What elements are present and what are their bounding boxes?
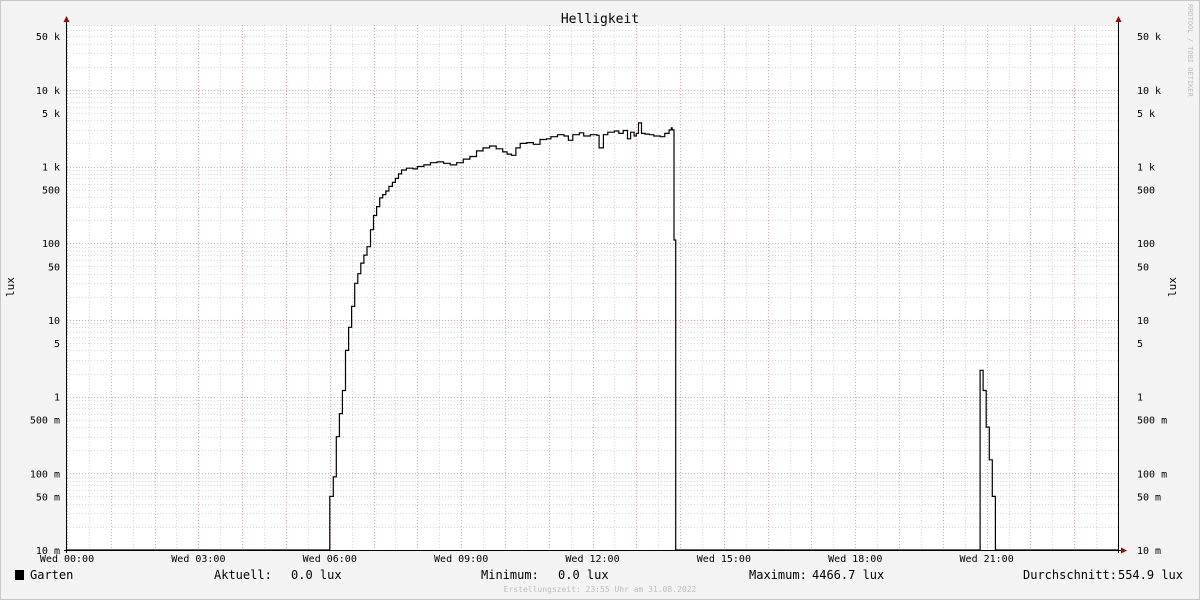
y-tick-label-left: 50 m: [36, 492, 60, 503]
x-tick-label: Wed 00:00: [40, 554, 94, 565]
y-tick-label-right: 100 m: [1137, 469, 1167, 480]
y-tick-label-right: 5 k: [1137, 109, 1155, 120]
y-tick-label-right: 10 k: [1137, 86, 1161, 97]
watermark: RRDTOOL / TOBI OETIKER: [1186, 4, 1194, 98]
x-tick-label: Wed 03:00: [171, 554, 225, 565]
chart-title: Helligkeit: [561, 12, 639, 27]
y-tick-label-left: 500 m: [30, 416, 60, 427]
y-tick-label-left: 1: [54, 393, 60, 404]
legend-durchschnitt-label: Durchschnitt:: [1023, 568, 1117, 582]
y-tick-label-left: 1 k: [42, 163, 60, 174]
legend-swatch: [15, 570, 24, 580]
plot-canvas: [67, 25, 1118, 550]
legend-durchschnitt-value: 554.9 lux: [1118, 568, 1183, 582]
y-tick-label-right: 50 k: [1137, 32, 1161, 43]
legend-maximum-label: Maximum:: [749, 568, 807, 582]
y-tick-label-left: 5: [54, 339, 60, 350]
x-tick-label: Wed 09:00: [434, 554, 488, 565]
x-tick-label: Wed 21:00: [960, 554, 1014, 565]
y-tick-label-right: 10: [1137, 316, 1149, 327]
y-tick-label-left: 5 k: [42, 109, 60, 120]
y-tick-label-right: 500: [1137, 186, 1155, 197]
y-tick-label-right: 500 m: [1137, 416, 1167, 427]
y-tick-label-left: 100: [42, 239, 60, 250]
chart: 50 k 50 k10 k 10 k5 k5 k1 k1 k500 500100 100…: [0, 0, 1200, 600]
y-tick-label-right: 1 k: [1137, 163, 1155, 174]
y-tick-label-left: 500: [42, 186, 60, 197]
y-axis-label-right: lux: [1166, 277, 1179, 297]
footer-timestamp: Erstellungszeit: 23:55 Uhr am 31.08.2022: [504, 585, 697, 594]
y-tick-label-right: 1: [1137, 393, 1143, 404]
legend-maximum-value: 4466.7 lux: [812, 568, 884, 582]
legend-minimum-value: 0.0 lux: [558, 568, 609, 582]
y-tick-label-left: 10 k: [36, 86, 60, 97]
y-tick-label-right: 10 m: [1137, 546, 1161, 557]
x-tick-label: Wed 06:00: [303, 554, 357, 565]
y-tick-label-right: 50: [1137, 262, 1149, 273]
legend-minimum-label: Minimum:: [481, 568, 539, 582]
y-axis-label-left: lux: [4, 277, 17, 297]
legend-aktuell-label: Aktuell:: [214, 568, 272, 582]
y-tick-label-right: 5: [1137, 339, 1143, 350]
y-tick-label-right: 100: [1137, 239, 1155, 250]
y-tick-label-left: 10: [48, 316, 60, 327]
y-tick-label-right: 50 m: [1137, 492, 1161, 503]
legend-series-name: Garten: [30, 568, 73, 582]
x-tick-label: Wed 18:00: [828, 554, 882, 565]
y-tick-label-left: 50 k: [36, 32, 60, 43]
y-tick-label-left: 100 m: [30, 469, 60, 480]
x-tick-label: Wed 12:00: [565, 554, 619, 565]
legend-aktuell-value: 0.0 lux: [291, 568, 342, 582]
y-tick-label-left: 50: [48, 262, 60, 273]
x-tick-label: Wed 15:00: [697, 554, 751, 565]
